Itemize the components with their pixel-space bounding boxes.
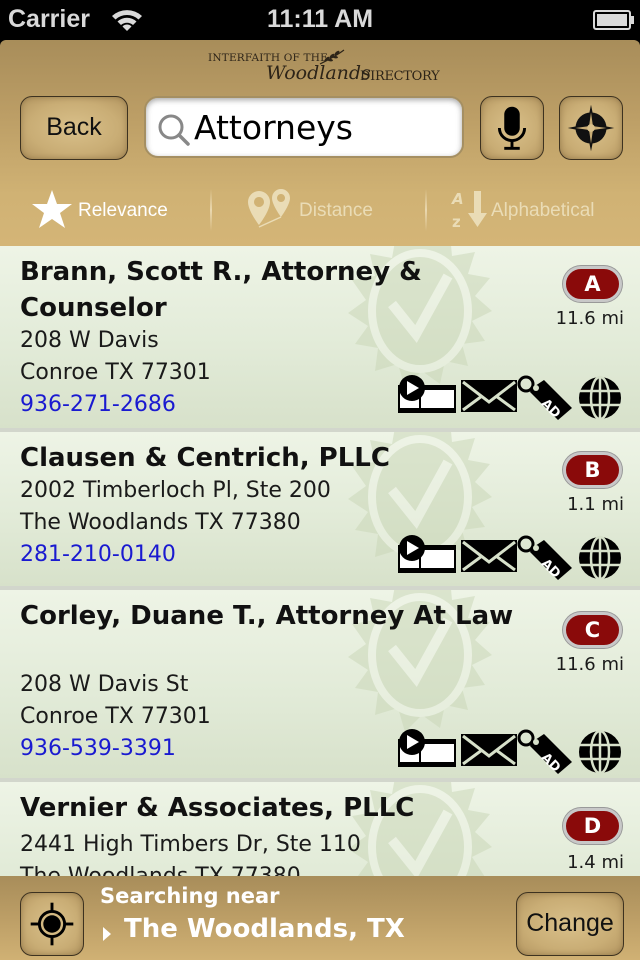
- web-globe-icon[interactable]: [576, 534, 624, 580]
- searching-near-label: Searching near: [100, 884, 280, 908]
- listing-address2: Conroe TX 77301: [20, 704, 211, 729]
- sort-alphabetical-label: Alphabetical: [491, 200, 595, 221]
- ad-tag-icon[interactable]: [514, 728, 574, 774]
- web-globe-icon[interactable]: [576, 374, 624, 420]
- web-globe-icon[interactable]: [576, 728, 624, 774]
- sort-relevance-label: Relevance: [78, 200, 168, 221]
- search-field[interactable]: [144, 96, 464, 158]
- listing-distance: 11.6 mi: [555, 308, 624, 329]
- listing-address1: 208 W Davis St: [20, 672, 189, 697]
- listing-address2: The Woodlands TX 77380: [20, 510, 301, 535]
- battery-icon: [593, 10, 634, 30]
- star-icon: [32, 190, 72, 228]
- sort-relevance[interactable]: Relevance: [30, 187, 180, 233]
- listing-actions: [398, 728, 628, 774]
- sort-divider: [210, 189, 212, 231]
- listing-name: Brann, Scott R., Attorney & Counselor: [20, 257, 422, 323]
- sort-distance[interactable]: Distance: [245, 187, 385, 233]
- map-marker-badge: A: [563, 266, 622, 302]
- logo-directory: DIRECTORY: [360, 69, 440, 84]
- listing-phone[interactable]: 281-210-0140: [20, 542, 176, 567]
- sort-divider: [425, 189, 427, 231]
- listing-address2: The Woodlands TX 77380: [20, 864, 301, 876]
- listing-address2: Conroe TX 77301: [20, 360, 211, 385]
- listing-row[interactable]: Clausen & Centrich, PLLC 2002 Timberloch…: [0, 432, 640, 590]
- video-icon[interactable]: [398, 728, 456, 768]
- listing-distance: 1.1 mi: [567, 494, 624, 515]
- results-list[interactable]: Brann, Scott R., Attorney & Counselor 20…: [0, 246, 640, 876]
- listing-phone[interactable]: 936-271-2686: [20, 392, 176, 417]
- ad-tag-icon[interactable]: [514, 534, 574, 580]
- listing-row[interactable]: Vernier & Associates, PLLC 2441 High Tim…: [0, 782, 640, 876]
- disclosure-arrow-icon: [103, 927, 111, 941]
- change-location-button[interactable]: Change: [516, 892, 624, 956]
- change-label: Change: [526, 909, 614, 937]
- listing-row[interactable]: Corley, Duane T., Attorney At Law 208 W …: [0, 590, 640, 782]
- map-marker-badge: D: [563, 808, 622, 844]
- ad-tag-icon[interactable]: [514, 374, 574, 420]
- listing-actions: [398, 374, 628, 420]
- video-icon[interactable]: [398, 534, 456, 574]
- header: INTERFAITH OF THE Woodlands DIRECTORY Ba…: [0, 40, 640, 246]
- logo-script: Woodlands: [266, 62, 371, 84]
- location-footer: Searching near The Woodlands, TX Change: [0, 876, 640, 960]
- app-logo: INTERFAITH OF THE Woodlands DIRECTORY: [208, 48, 440, 88]
- listing-address1: 2002 Timberloch Pl, Ste 200: [20, 478, 331, 503]
- email-icon[interactable]: [460, 374, 518, 414]
- listing-name: Vernier & Associates, PLLC: [20, 793, 415, 823]
- voice-search-button[interactable]: [480, 96, 544, 160]
- crosshair-icon: [30, 902, 74, 946]
- search-input[interactable]: [194, 104, 454, 150]
- svg-text:z: z: [452, 213, 461, 231]
- back-label: Back: [46, 113, 102, 141]
- search-icon: [158, 114, 190, 146]
- listing-distance: 11.6 mi: [555, 654, 624, 675]
- listing-name: Clausen & Centrich, PLLC: [20, 443, 390, 473]
- listing-address1: 2441 High Timbers Dr, Ste 110: [20, 832, 361, 857]
- map-marker-badge: B: [563, 452, 622, 488]
- listing-distance: 1.4 mi: [567, 852, 624, 873]
- compass-icon: [567, 104, 615, 152]
- compass-button[interactable]: [559, 96, 623, 160]
- status-bar: Carrier 11:11 AM: [0, 0, 640, 40]
- listing-address1: 208 W Davis: [20, 328, 159, 353]
- map-pins-icon: [248, 189, 290, 228]
- search-location[interactable]: The Woodlands, TX: [124, 914, 405, 944]
- svg-text:A: A: [451, 190, 464, 208]
- listing-name: Corley, Duane T., Attorney At Law: [20, 601, 514, 631]
- sort-alphabetical[interactable]: A z Alphabetical: [450, 187, 620, 233]
- listing-phone[interactable]: 936-539-3391: [20, 736, 176, 761]
- listing-row[interactable]: Brann, Scott R., Attorney & Counselor 20…: [0, 246, 640, 432]
- sort-bar: Relevance Distance A z Alphabetical: [0, 175, 640, 245]
- video-icon[interactable]: [398, 374, 456, 414]
- az-sort-icon: A z: [451, 190, 487, 231]
- clock: 11:11 AM: [266, 5, 374, 33]
- sort-distance-label: Distance: [299, 200, 373, 221]
- current-location-button[interactable]: [20, 892, 84, 956]
- back-button[interactable]: Back: [20, 96, 128, 160]
- listing-actions: [398, 534, 628, 580]
- email-icon[interactable]: [460, 534, 518, 574]
- microphone-icon: [497, 106, 527, 150]
- email-icon[interactable]: [460, 728, 518, 768]
- map-marker-badge: C: [563, 612, 622, 648]
